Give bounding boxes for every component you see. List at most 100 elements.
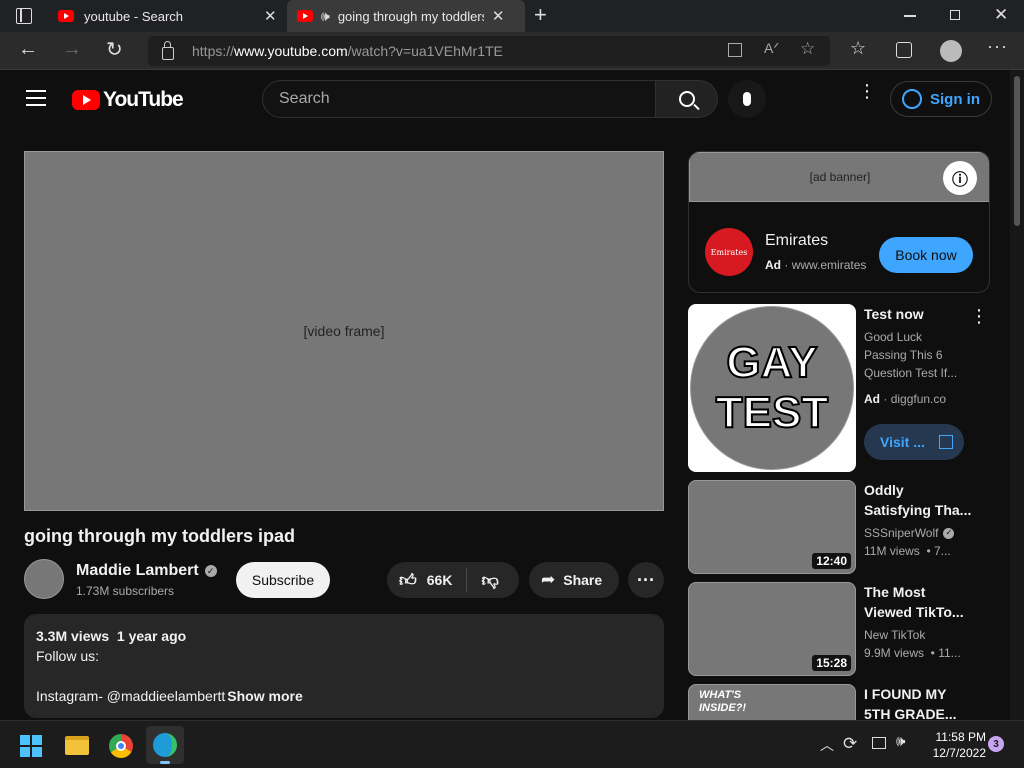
collections-icon[interactable]: [896, 42, 912, 58]
youtube-play-icon: [72, 90, 100, 110]
ad-card[interactable]: [ad banner] ⓘ Emirates Emirates Ad · www…: [688, 151, 990, 293]
notification-badge[interactable]: 3: [988, 736, 1004, 752]
volume-icon[interactable]: 🕪: [896, 733, 905, 750]
add-favorite-icon[interactable]: ☆: [800, 39, 815, 59]
browser-menu-icon[interactable]: ···: [987, 36, 1008, 57]
ad-domain: www.emirates: [791, 258, 867, 272]
youtube-favicon-icon: [297, 10, 313, 22]
hamburger-menu-icon[interactable]: [26, 90, 46, 106]
thumbs-down-icon: 👎︎: [481, 570, 499, 590]
like-button[interactable]: 👍︎ 66K: [387, 562, 452, 598]
more-actions-button[interactable]: ···: [628, 562, 664, 598]
refresh-icon[interactable]: ↻: [106, 37, 123, 62]
minimize-icon[interactable]: [904, 15, 916, 17]
ad-info-icon[interactable]: ⓘ: [943, 161, 977, 195]
recommendation-title: Oddly: [864, 482, 904, 498]
description-line: Instagram- @maddieelambertt: [36, 688, 226, 704]
recommendation-title: The Most: [864, 584, 926, 600]
verified-icon: ✓: [204, 565, 217, 577]
video-thumbnail: WHAT'S INSIDE?!: [688, 684, 856, 720]
windows-start-icon[interactable]: [20, 735, 42, 757]
thumb-text-line1: WHAT'S: [699, 689, 742, 701]
show-more-button[interactable]: Show more: [227, 688, 302, 704]
visit-button[interactable]: Visit ...: [864, 424, 964, 460]
dislike-button[interactable]: 👎︎: [467, 570, 498, 591]
network-icon[interactable]: [872, 737, 886, 749]
recommendation-stats: 9.9M views • 11...: [864, 646, 961, 660]
like-dislike-group: 👍︎ 66K 👎︎: [387, 562, 519, 598]
recommendation-title: I FOUND MY: [864, 686, 947, 702]
speaker-icon[interactable]: 🕪: [321, 8, 330, 25]
ad-description-line: Passing This 6: [864, 348, 943, 362]
subscriber-count: 1.73M subscribers: [76, 584, 175, 598]
read-aloud-icon[interactable]: Aᐟ: [764, 40, 779, 57]
ad-badge: Ad: [765, 258, 781, 272]
search-button[interactable]: [656, 80, 718, 118]
address-bar[interactable]: https://www.youtube.com/watch?v=ua1VEhMr…: [148, 36, 830, 66]
recommendation-video[interactable]: 12:40 Oddly Satisfying Tha... SSSniperWo…: [688, 480, 990, 574]
edge-taskbar-button[interactable]: [146, 726, 184, 764]
forward-icon[interactable]: →: [62, 38, 82, 61]
tab-title: youtube - Search: [84, 8, 184, 24]
profile-avatar-icon[interactable]: [940, 40, 962, 62]
tab-actions-icon[interactable]: [16, 8, 32, 24]
youtube-favicon-icon: [58, 10, 74, 22]
clock-date: 12/7/2022: [932, 746, 986, 760]
close-tab-icon[interactable]: ✕: [264, 7, 277, 25]
search-icon: [678, 91, 700, 111]
video-thumbnail: 15:28: [688, 582, 856, 676]
close-tab-icon[interactable]: ✕: [492, 7, 505, 25]
book-now-button[interactable]: Book now: [879, 237, 973, 273]
search-input[interactable]: Search: [262, 80, 656, 118]
channel-avatar[interactable]: [24, 559, 64, 599]
thumb-text-line2: TEST: [715, 387, 829, 438]
like-count: 66K: [426, 572, 453, 588]
favorites-icon[interactable]: ☆: [850, 38, 866, 59]
close-window-icon[interactable]: ✕: [994, 5, 1008, 25]
tab-youtube-search[interactable]: youtube - Search ✕: [48, 0, 286, 32]
sync-icon[interactable]: ⟳: [843, 734, 857, 754]
ad-description-line: Good Luck: [864, 330, 923, 344]
restore-icon[interactable]: [950, 10, 960, 20]
recommendation-video[interactable]: 15:28 The Most Viewed TikTo... New TikTo…: [688, 582, 990, 676]
settings-menu-icon[interactable]: ⋮: [858, 82, 876, 100]
video-thumbnail: 12:40: [688, 480, 856, 574]
description-stats: 3.3M views 1 year ago: [36, 628, 187, 644]
edge-icon: [153, 733, 177, 757]
app-available-icon[interactable]: [728, 43, 742, 57]
visit-label: Visit ...: [880, 434, 925, 450]
channel-name[interactable]: Maddie Lambert ✓: [76, 562, 217, 580]
share-button[interactable]: ➦ Share: [529, 562, 619, 598]
microphone-icon: [743, 92, 751, 106]
recommendation-video[interactable]: WHAT'S INSIDE?! I FOUND MY 5TH GRADE...: [688, 684, 990, 720]
new-tab-icon[interactable]: +: [534, 4, 547, 26]
ad-domain: diggfun.co: [890, 392, 947, 406]
page-scrollbar[interactable]: [1010, 70, 1024, 720]
share-label: Share: [563, 572, 603, 588]
sign-in-button[interactable]: Sign in: [890, 81, 992, 117]
clock[interactable]: 11:58 PM 12/7/2022: [920, 729, 986, 761]
chrome-icon[interactable]: [109, 734, 133, 758]
video-player[interactable]: [video frame]: [24, 151, 664, 511]
external-link-icon: [938, 435, 953, 449]
more-horizontal-icon: ···: [637, 569, 655, 590]
youtube-logo-text: YouTube: [103, 88, 184, 111]
voice-search-button[interactable]: [728, 80, 766, 118]
sign-in-label: Sign in: [930, 90, 980, 108]
video-title: going through my toddlers ipad: [24, 526, 295, 546]
tab-active-video[interactable]: 🕪 going through my toddlers ipad ✕: [287, 0, 525, 32]
ad-badge: Ad: [864, 392, 880, 406]
back-icon[interactable]: ←: [18, 38, 38, 61]
file-explorer-icon[interactable]: [65, 736, 89, 755]
emirates-logo: Emirates: [705, 228, 753, 276]
ad-description-line: Question Test If...: [864, 366, 958, 380]
subscribe-button[interactable]: Subscribe: [236, 562, 330, 598]
recommendation-stats: 11M views • 7...: [864, 544, 951, 558]
more-vertical-icon[interactable]: ⋮: [970, 306, 988, 327]
description-box[interactable]: 3.3M views 1 year ago Follow us: Instagr…: [24, 614, 664, 718]
video-duration: 15:28: [812, 655, 851, 671]
recommendation-ad[interactable]: GAY TEST Test now ⋮ Good Luck Passing Th…: [688, 304, 990, 472]
youtube-logo[interactable]: YouTube: [72, 88, 184, 112]
youtube-header: YouTube Search ⋮ Sign in: [0, 70, 1010, 128]
chevron-up-icon[interactable]: ︿: [820, 735, 834, 755]
